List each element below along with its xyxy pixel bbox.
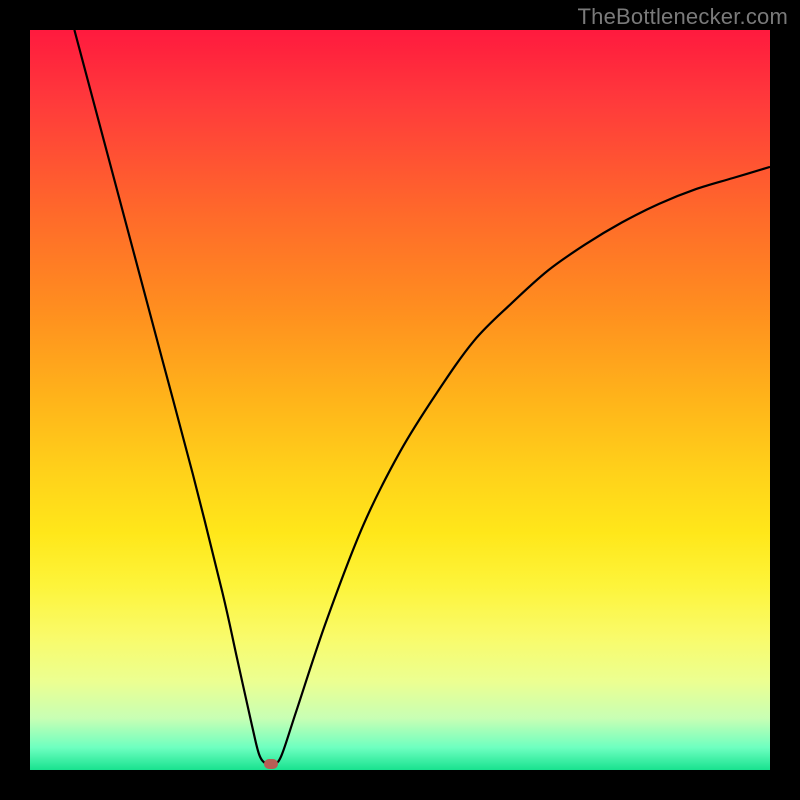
bottleneck-curve — [30, 30, 770, 770]
chart-frame: TheBottlenecker.com — [0, 0, 800, 800]
plot-area — [30, 30, 770, 770]
optimal-point-marker — [264, 759, 278, 769]
watermark-text: TheBottlenecker.com — [578, 4, 788, 30]
